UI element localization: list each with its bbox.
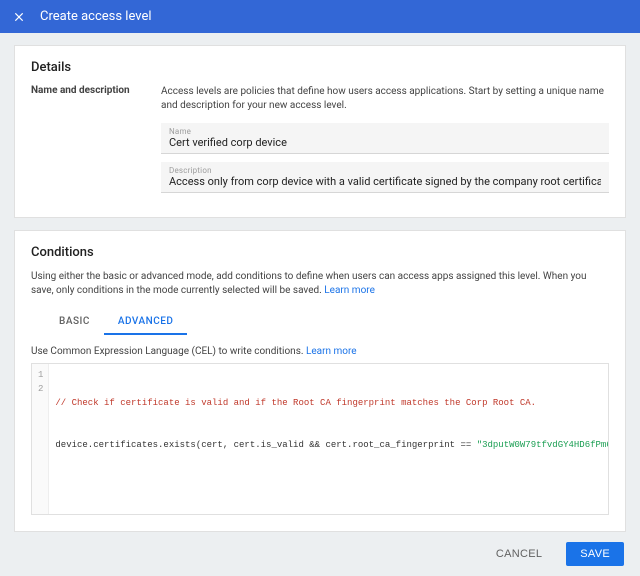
description-field-wrapper[interactable]: Description	[161, 162, 609, 193]
details-intro: Access levels are policies that define h…	[161, 85, 609, 113]
save-button[interactable]: SAVE	[566, 542, 624, 566]
cel-intro-text: Use Common Expression Language (CEL) to …	[31, 346, 306, 357]
conditions-intro-text: Using either the basic or advanced mode,…	[31, 271, 586, 296]
details-section-label: Name and description	[31, 85, 161, 201]
close-icon[interactable]	[12, 10, 26, 24]
editor-gutter: 1 2	[32, 364, 49, 514]
name-input[interactable]	[169, 136, 601, 149]
code-line-2-str: "3dputW0W79tfvdGY4HD6fPm6VNzlG+x0TRVFvtQ…	[477, 440, 608, 450]
tab-advanced[interactable]: ADVANCED	[104, 310, 188, 335]
description-field-label: Description	[169, 166, 601, 175]
dialog-actions: CANCEL SAVE	[0, 532, 640, 576]
description-input[interactable]	[169, 175, 601, 188]
code-line-2a: device.certificates.exists(cert, cert.is…	[55, 440, 476, 450]
details-title: Details	[31, 60, 609, 75]
conditions-intro: Using either the basic or advanced mode,…	[31, 270, 609, 298]
cancel-button[interactable]: CANCEL	[482, 542, 556, 566]
conditions-title: Conditions	[31, 245, 609, 260]
conditions-card: Conditions Using either the basic or adv…	[14, 230, 626, 532]
conditions-tabs: BASIC ADVANCED	[31, 310, 609, 336]
code-line-1: // Check if certificate is valid and if …	[55, 398, 536, 408]
editor-code[interactable]: // Check if certificate is valid and if …	[49, 364, 608, 514]
details-card: Details Name and description Access leve…	[14, 45, 626, 218]
dialog-title: Create access level	[40, 9, 152, 24]
conditions-learn-more-link[interactable]: Learn more	[324, 285, 375, 296]
name-field-wrapper[interactable]: Name	[161, 123, 609, 154]
cel-editor[interactable]: 1 2 // Check if certificate is valid and…	[31, 363, 609, 515]
cel-learn-more-link[interactable]: Learn more	[306, 346, 357, 357]
cel-intro: Use Common Expression Language (CEL) to …	[31, 346, 609, 357]
dialog-header: Create access level	[0, 0, 640, 33]
name-field-label: Name	[169, 127, 601, 136]
tab-basic[interactable]: BASIC	[45, 310, 104, 335]
